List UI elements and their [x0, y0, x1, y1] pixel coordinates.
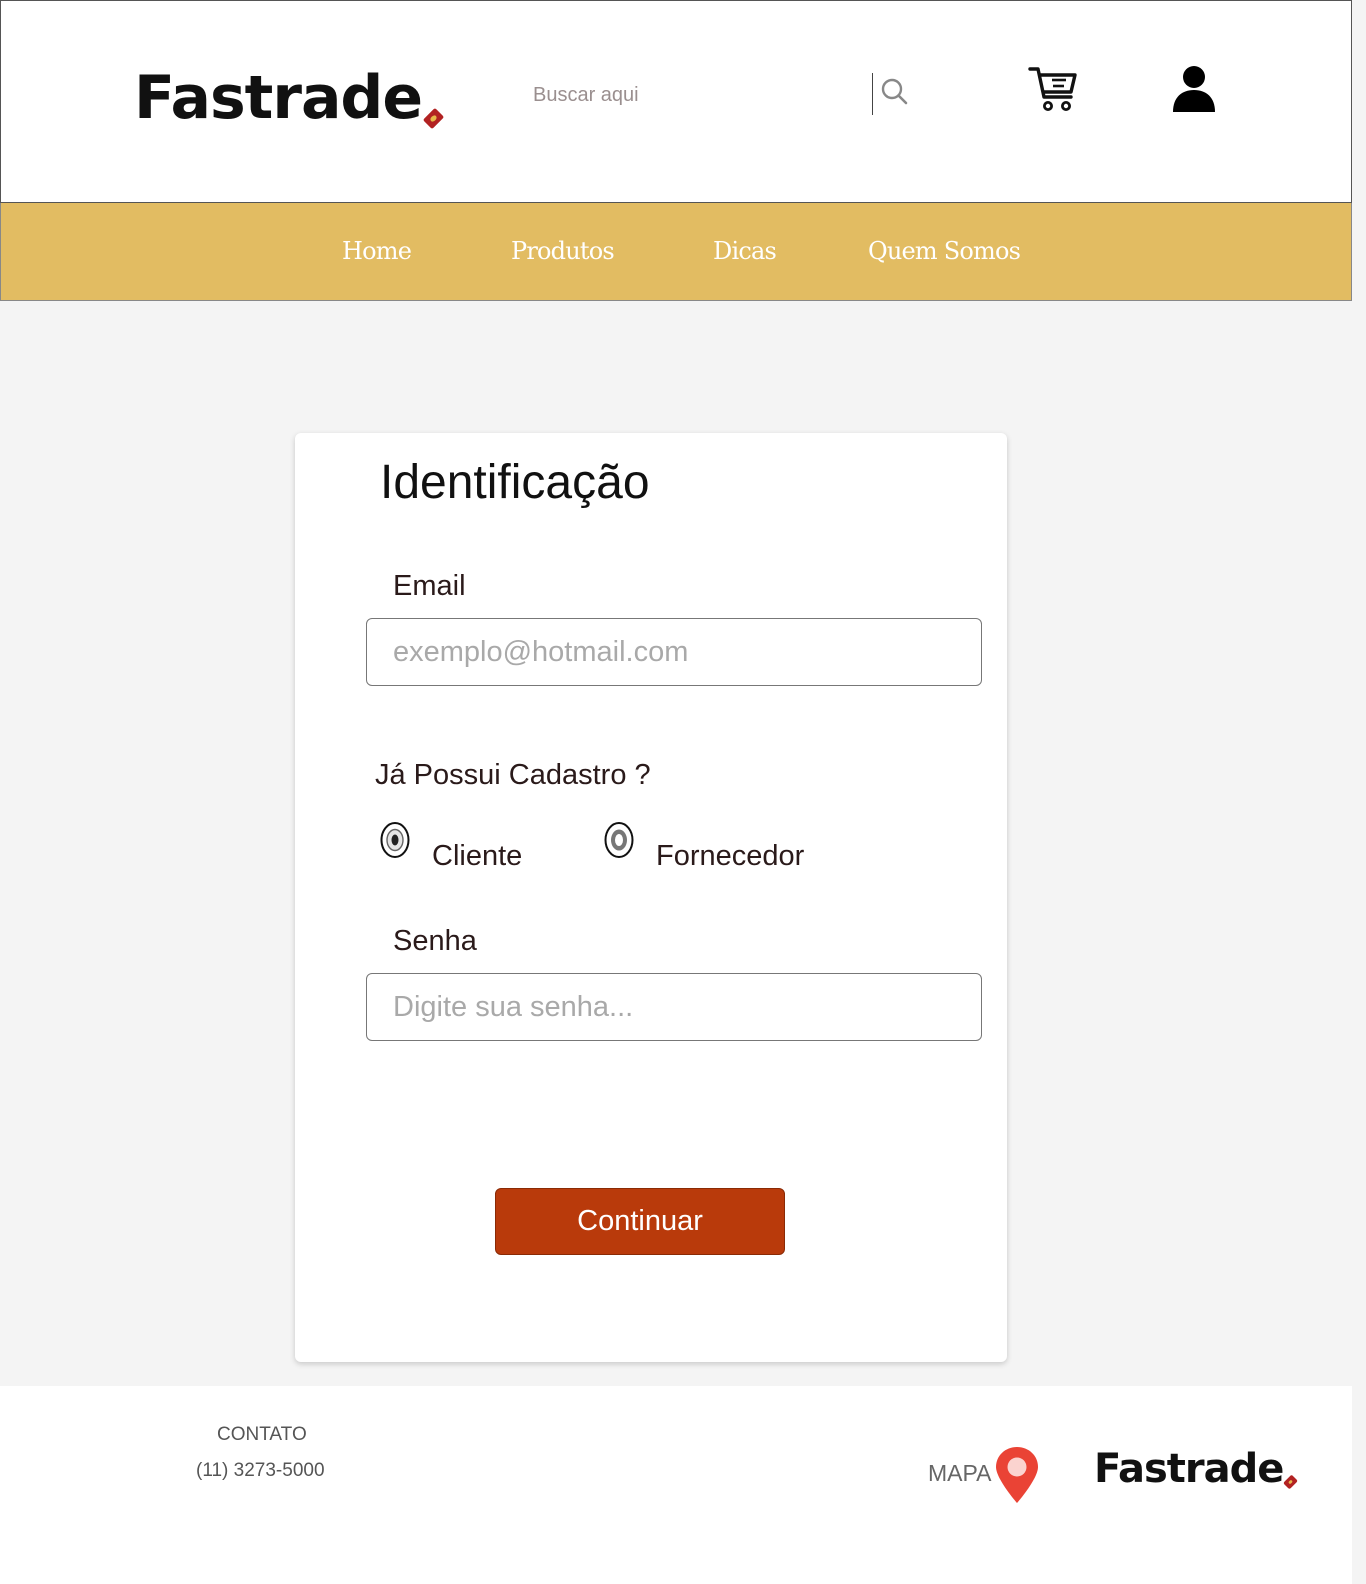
radio-cliente-label[interactable]: Cliente — [432, 840, 522, 873]
map-pin-icon[interactable] — [994, 1446, 1040, 1504]
main-nav: Home Produtos Dicas Quem Somos — [0, 203, 1352, 301]
user-account-button[interactable] — [1171, 65, 1217, 115]
nav-dicas[interactable]: Dicas — [713, 237, 777, 265]
site-footer: CONTATO (11) 3273-5000 MAPA Fastrade — [0, 1386, 1352, 1584]
contact-title: CONTATO — [217, 1424, 307, 1445]
site-header: Fastrade — [0, 0, 1352, 203]
footer-logo-text: Fastrade — [1094, 1446, 1284, 1492]
card-title: Identificação — [380, 456, 650, 509]
cart-icon — [1028, 67, 1077, 112]
user-icon — [1173, 66, 1215, 112]
nav-home[interactable]: Home — [342, 237, 412, 265]
footer-logo[interactable]: Fastrade — [1094, 1446, 1299, 1492]
contact-phone: (11) 3273-5000 — [196, 1460, 325, 1481]
search-icon — [881, 78, 908, 105]
logo-text: Fastrade — [134, 63, 423, 133]
cart-button[interactable] — [1027, 65, 1079, 115]
email-label: Email — [393, 570, 466, 602]
logo-tag-icon — [422, 107, 445, 130]
continue-button[interactable]: Continuar — [495, 1188, 785, 1255]
footer-logo-tag-icon — [1283, 1474, 1299, 1490]
radio-cliente[interactable] — [380, 821, 410, 859]
radio-fornecedor-label[interactable]: Fornecedor — [656, 840, 804, 873]
header-logo[interactable]: Fastrade — [134, 63, 445, 133]
nav-quem-somos[interactable]: Quem Somos — [868, 237, 1021, 265]
search-divider — [872, 73, 873, 115]
identification-card: Identificação Email Já Possui Cadastro ?… — [295, 433, 1007, 1362]
registration-question: Já Possui Cadastro ? — [375, 759, 651, 791]
map-link[interactable]: MAPA — [928, 1460, 991, 1487]
password-input[interactable] — [366, 973, 982, 1041]
password-label: Senha — [393, 925, 477, 957]
nav-produtos[interactable]: Produtos — [511, 237, 615, 265]
email-input[interactable] — [366, 618, 982, 686]
search-input[interactable] — [521, 73, 871, 117]
radio-fornecedor[interactable] — [604, 821, 634, 859]
search-button[interactable] — [879, 77, 911, 109]
search-bar — [521, 73, 921, 117]
